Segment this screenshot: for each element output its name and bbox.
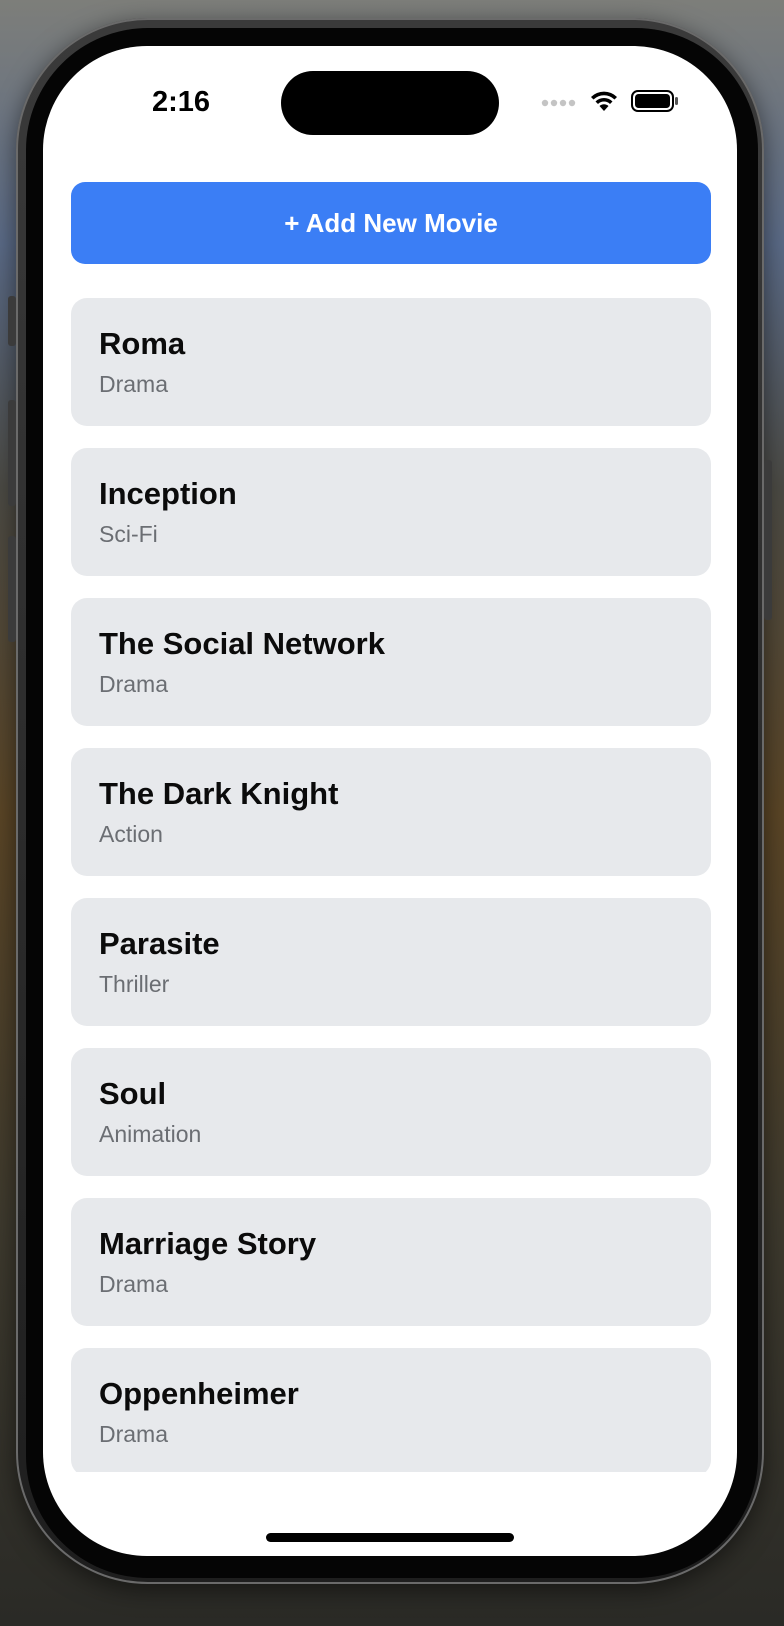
wifi-icon [589,89,619,118]
movie-title: Marriage Story [99,1226,317,1261]
movie-genre: Drama [99,371,169,397]
phone-screen: 2:16 + Add New Movie Roma Drama Inceptio… [43,46,737,1556]
movie-genre: Sci-Fi [99,521,158,547]
movie-genre: Drama [99,1271,169,1297]
movie-card[interactable]: The Social Network Drama [71,598,711,726]
movie-title: Oppenheimer [99,1376,299,1411]
movie-genre: Animation [99,1121,202,1147]
movie-title: Roma [99,326,186,361]
movie-genre: Thriller [99,971,170,997]
movie-list[interactable]: Roma Drama Inception Sci-Fi The Social Netwo… [71,298,711,1472]
device-volume-up-button [8,400,16,506]
device-bezel: 2:16 + Add New Movie Roma Drama Inceptio… [26,28,758,1578]
movie-card[interactable]: Inception Sci-Fi [71,448,711,576]
movie-card[interactable]: The Dark Knight Action [71,748,711,876]
movie-card[interactable]: Marriage Story Drama [71,1198,711,1326]
home-indicator[interactable] [266,1533,514,1542]
movie-card[interactable]: Parasite Thriller [71,898,711,1026]
movie-title: Inception [99,476,237,511]
movie-genre: Drama [99,671,169,697]
device-volume-down-button [8,536,16,642]
movie-genre: Drama [99,1421,169,1447]
dynamic-island [281,71,499,135]
movie-card[interactable]: Oppenheimer Drama [71,1348,711,1472]
movie-title: The Dark Knight [99,776,339,811]
device-action-button [8,296,16,346]
movie-title: Parasite [99,926,220,961]
movie-genre: Action [99,821,163,847]
movie-card[interactable]: Soul Animation [71,1048,711,1176]
movie-card[interactable]: Roma Drama [71,298,711,426]
movie-title: The Social Network [99,626,385,661]
battery-full-icon [631,89,679,118]
status-time: 2:16 [151,86,211,118]
status-icons [541,89,679,118]
device-power-button [764,460,772,620]
movie-title: Soul [99,1076,167,1111]
add-new-movie-button[interactable]: + Add New Movie [71,182,711,264]
cellular-dots-icon [541,94,577,112]
